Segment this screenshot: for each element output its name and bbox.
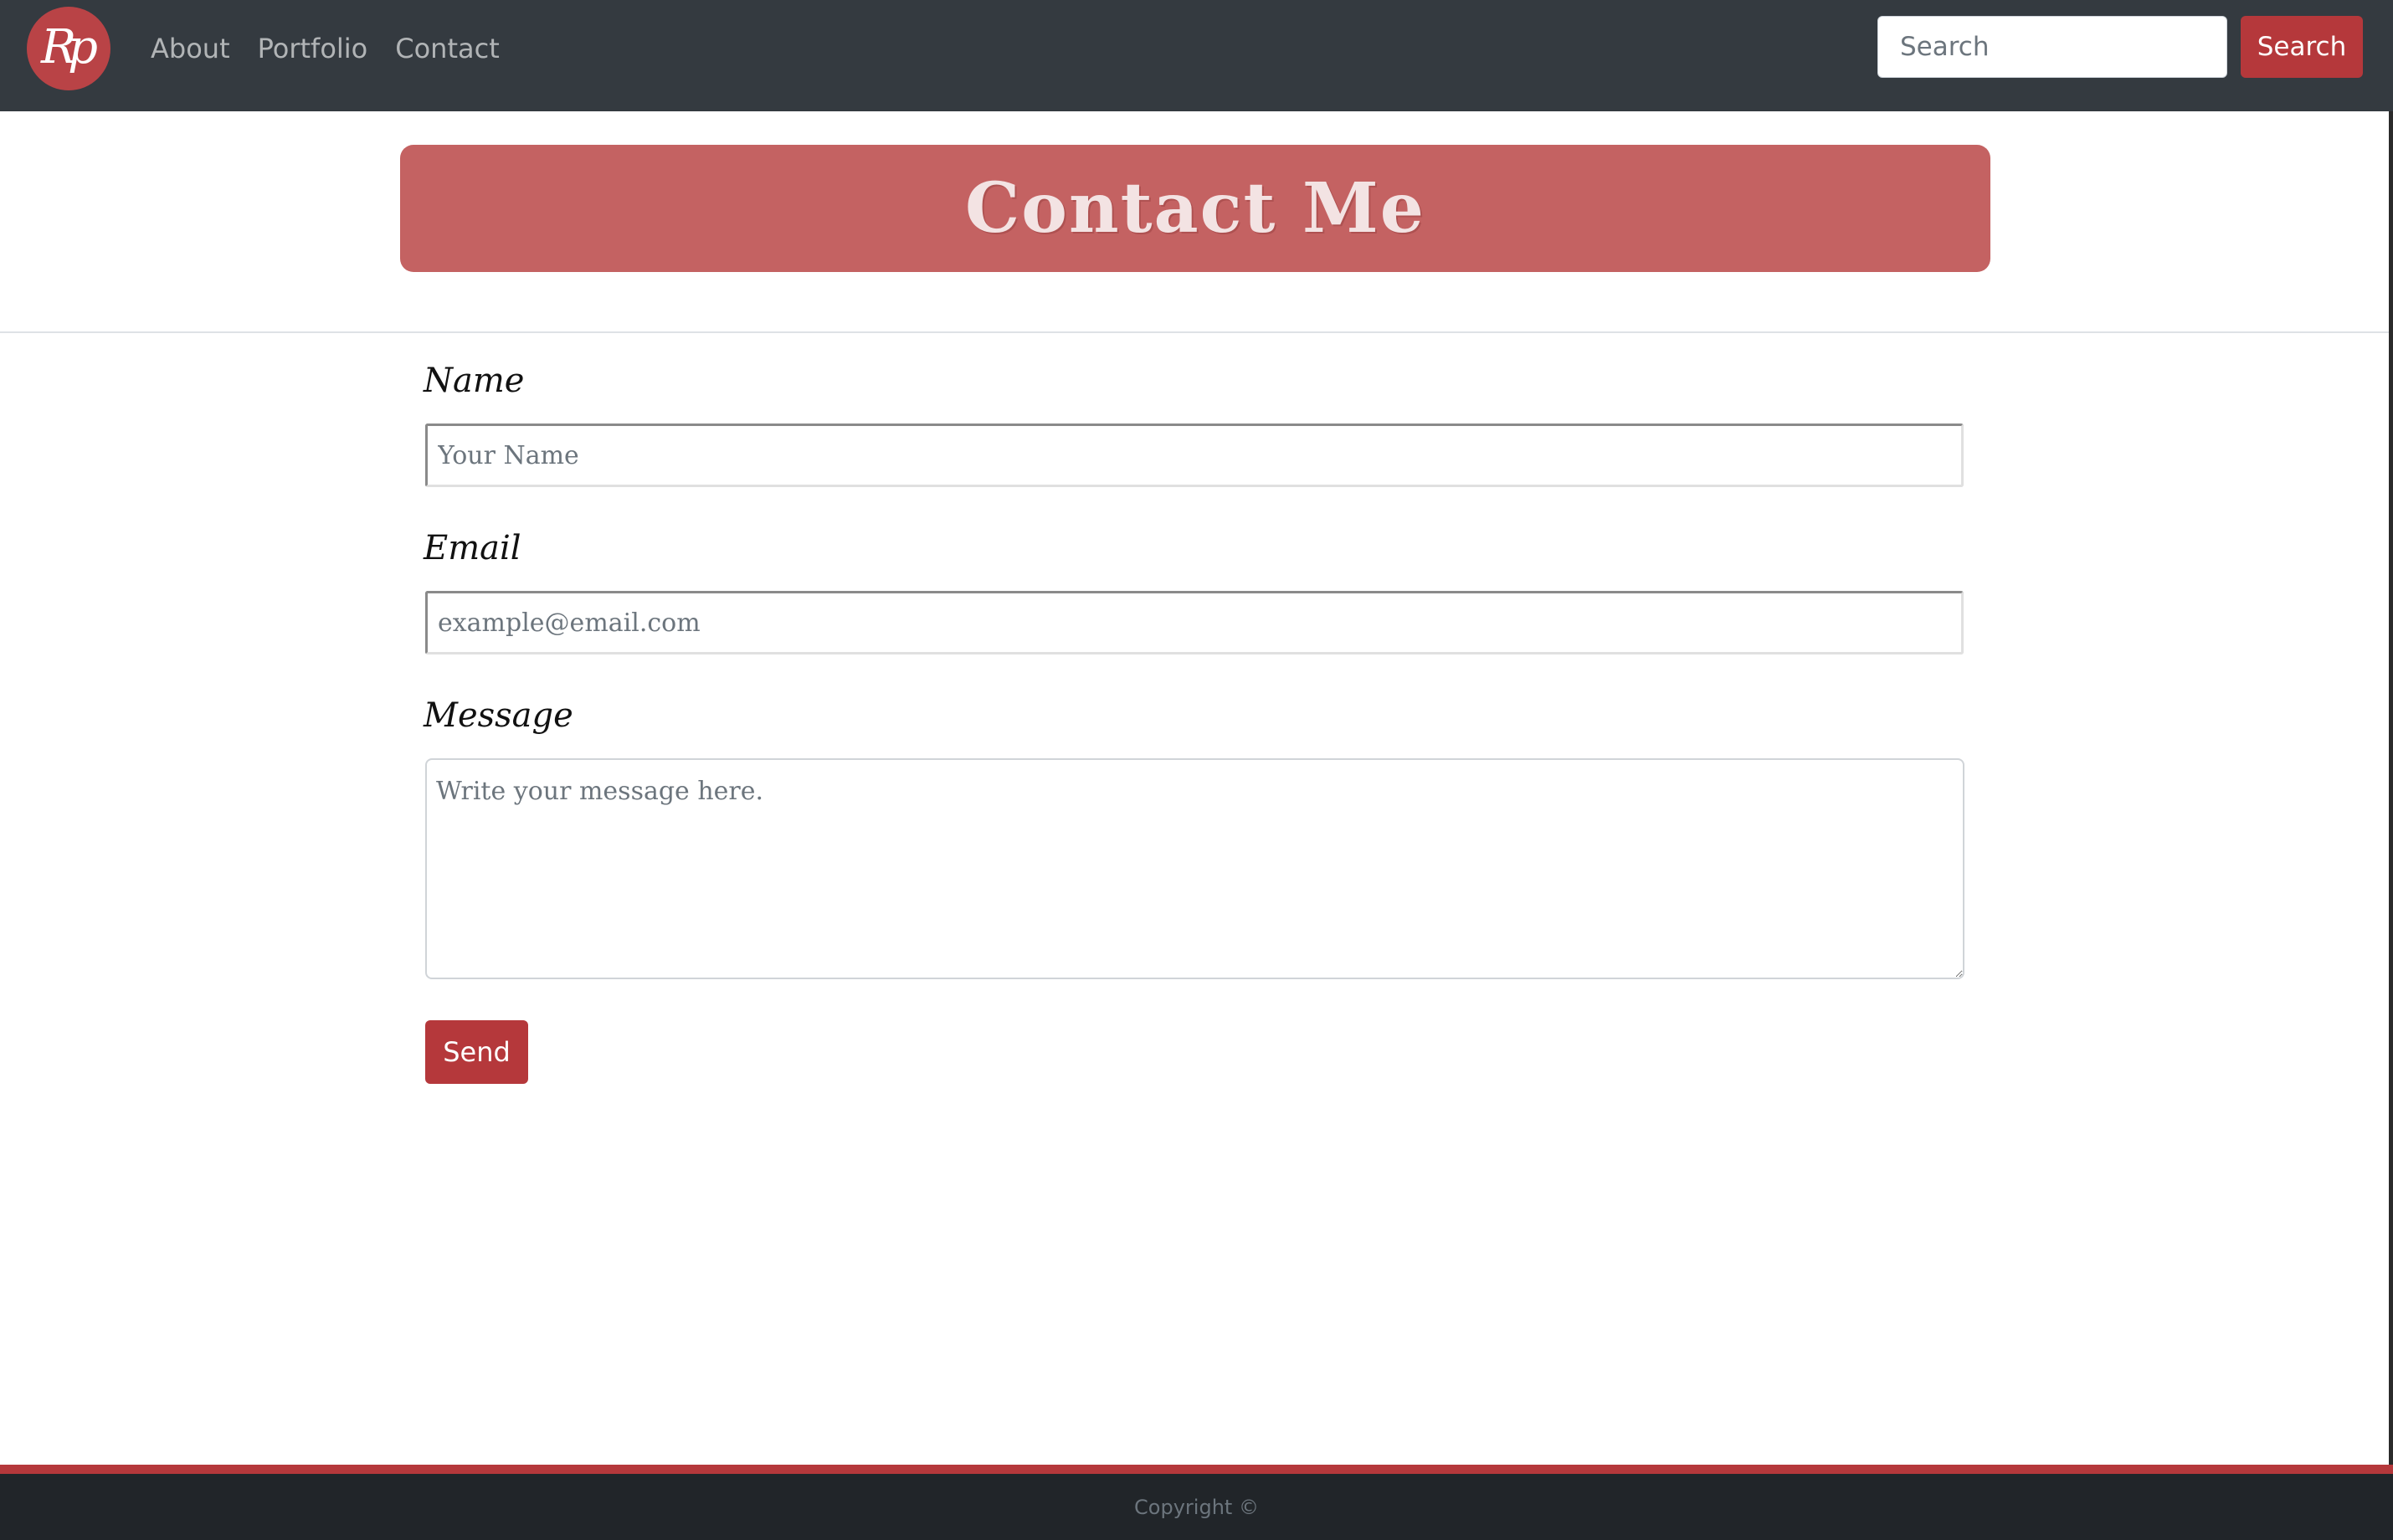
name-field[interactable] (425, 424, 1964, 487)
search-input[interactable] (1877, 16, 2227, 78)
footer-accent-stripe (0, 1465, 2393, 1474)
email-field[interactable] (425, 591, 1964, 654)
nav-link-contact[interactable]: Contact (395, 33, 500, 64)
logo-monogram: Rp (40, 19, 98, 74)
page-title-banner: Contact Me (400, 145, 1990, 272)
window-edge (2389, 111, 2393, 1465)
send-button[interactable]: Send (425, 1020, 528, 1084)
copyright-text: Copyright © (1134, 1495, 1259, 1519)
message-label: Message (424, 696, 573, 735)
brand-logo[interactable]: Rp (27, 7, 110, 90)
name-label: Name (424, 362, 525, 400)
message-field[interactable] (425, 758, 1964, 979)
nav-link-about[interactable]: About (151, 33, 230, 64)
page-title: Contact Me (965, 168, 1425, 249)
email-label: Email (424, 529, 521, 567)
footer: Copyright © (0, 1474, 2393, 1540)
top-navbar: Rp About Portfolio Contact Search (0, 0, 2393, 111)
search-button[interactable]: Search (2241, 16, 2363, 78)
nav-links: About Portfolio Contact (151, 0, 527, 97)
nav-link-portfolio[interactable]: Portfolio (258, 33, 368, 64)
section-divider (0, 331, 2393, 333)
